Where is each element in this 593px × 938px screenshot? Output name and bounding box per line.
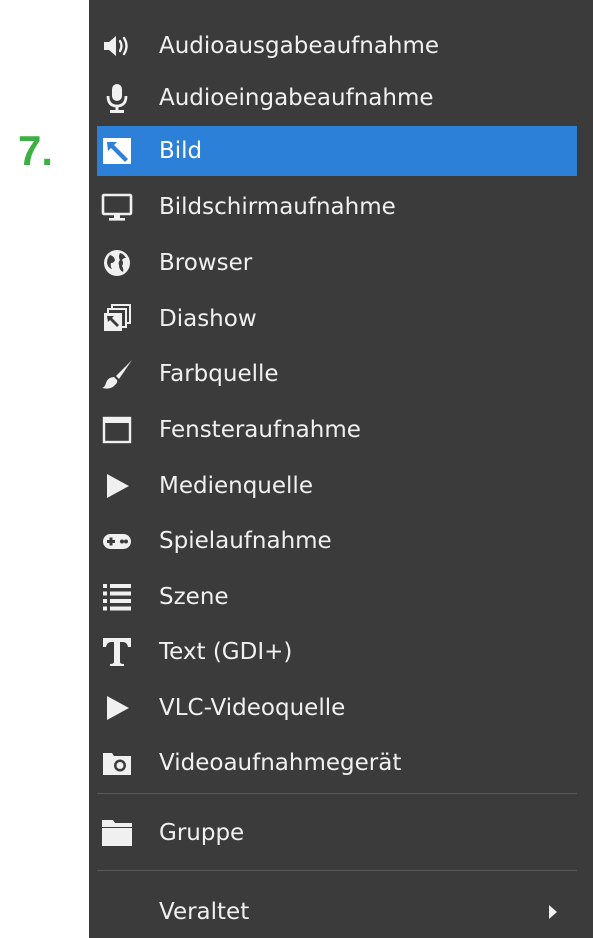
play-icon — [101, 470, 133, 502]
menu-item-browser[interactable]: Browser — [97, 238, 577, 288]
menu-item-label: Audioeingabeaufnahme — [159, 85, 434, 111]
list-icon — [101, 581, 133, 613]
folder-icon — [101, 817, 133, 849]
text-icon — [101, 636, 133, 668]
menu-item-label: Gruppe — [159, 820, 245, 846]
menu-item-label: Veraltet — [159, 899, 250, 925]
paintbrush-icon — [101, 358, 133, 390]
submenu-arrow-icon — [547, 904, 559, 920]
menu-item-image[interactable]: Bild — [97, 126, 577, 176]
microphone-icon — [101, 82, 133, 114]
menu-item-text-gdi[interactable]: Text (GDI+) — [97, 627, 577, 677]
menu-item-media-source[interactable]: Medienquelle — [97, 461, 577, 511]
menu-item-scene[interactable]: Szene — [97, 572, 577, 622]
menu-item-display-capture[interactable]: Bildschirmaufnahme — [97, 182, 577, 232]
menu-item-audio-output-capture[interactable]: Audioausgabeaufnahme — [97, 21, 577, 71]
menu-item-label: Videoaufnahmegerät — [159, 750, 402, 776]
menu-item-video-capture-device[interactable]: Videoaufnahmegerät — [97, 738, 577, 788]
menu-item-slideshow[interactable]: Diashow — [97, 294, 577, 344]
menu-item-label: Medienquelle — [159, 473, 313, 499]
menu-separator — [97, 793, 577, 794]
speaker-icon — [101, 30, 133, 62]
menu-item-label: Szene — [159, 584, 229, 610]
window-icon — [101, 414, 133, 446]
menu-item-label: Bildschirmaufnahme — [159, 194, 396, 220]
menu-item-label: Bild — [159, 138, 203, 164]
menu-item-label: Audioausgabeaufnahme — [159, 33, 440, 59]
slideshow-icon — [101, 303, 133, 335]
menu-item-window-capture[interactable]: Fensteraufnahme — [97, 405, 577, 455]
menu-item-label: Fensteraufnahme — [159, 417, 361, 443]
menu-item-label: Text (GDI+) — [159, 639, 293, 665]
add-source-context-menu: Audioausgabeaufnahme Audioeingabeaufnahm… — [89, 0, 593, 938]
menu-item-label: Browser — [159, 250, 253, 276]
menu-item-label: VLC-Videoquelle — [159, 695, 346, 721]
camera-icon — [101, 747, 133, 779]
menu-item-audio-input-capture[interactable]: Audioeingabeaufnahme — [97, 73, 577, 123]
play-icon — [101, 692, 133, 724]
step-number-label: 7. — [18, 127, 54, 174]
monitor-icon — [101, 191, 133, 223]
menu-item-deprecated[interactable]: Veraltet — [97, 887, 577, 937]
gamepad-icon — [101, 525, 133, 557]
menu-item-label: Spielaufnahme — [159, 528, 332, 554]
globe-icon — [101, 247, 133, 279]
menu-item-label: Farbquelle — [159, 361, 279, 387]
menu-separator — [97, 870, 577, 871]
menu-item-label: Diashow — [159, 306, 257, 332]
menu-item-game-capture[interactable]: Spielaufnahme — [97, 516, 577, 566]
menu-item-vlc-video-source[interactable]: VLC-Videoquelle — [97, 683, 577, 733]
menu-item-color-source[interactable]: Farbquelle — [97, 349, 577, 399]
menu-item-group[interactable]: Gruppe — [97, 808, 577, 858]
image-icon — [101, 135, 133, 167]
